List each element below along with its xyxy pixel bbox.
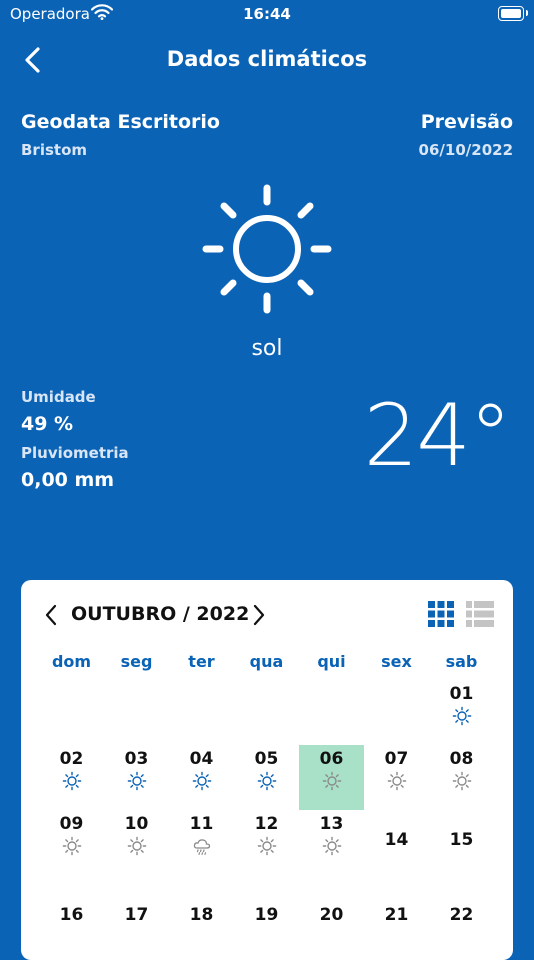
weekday-label: seg [120, 652, 153, 671]
sun-icon [127, 771, 146, 791]
day-number: 13 [319, 814, 344, 834]
weekday-label: dom [51, 652, 92, 671]
next-month-button[interactable] [249, 602, 269, 628]
grid-view-icon[interactable] [427, 600, 455, 628]
sun-icon [322, 771, 341, 791]
weekday-header: dom seg ter qua qui sex sab [39, 652, 505, 671]
day-number: 10 [124, 814, 149, 834]
calendar-empty-cell [169, 680, 234, 745]
day-number: 14 [384, 830, 409, 850]
calendar-week-row: 16 17 18 19 20 21 22 [39, 885, 505, 950]
weather-condition: sol [251, 336, 283, 361]
calendar-day[interactable]: 11 [169, 810, 234, 875]
calendar-day[interactable]: 19 [234, 885, 299, 950]
calendar-day[interactable]: 16 [39, 885, 104, 950]
day-number: 07 [384, 749, 409, 769]
day-number: 08 [449, 749, 474, 769]
previous-month-button[interactable] [41, 602, 61, 628]
calendar-empty-cell [104, 680, 169, 745]
sun-icon [192, 771, 211, 791]
calendar-day[interactable]: 13 [299, 810, 364, 875]
day-number: 05 [254, 749, 279, 769]
calendar-day[interactable]: 04 [169, 745, 234, 810]
sun-icon [452, 771, 471, 791]
day-number: 03 [124, 749, 149, 769]
calendar-day[interactable]: 09 [39, 810, 104, 875]
weekday-label: sab [445, 652, 478, 671]
calendar-header: OUTUBRO / 2022 [21, 600, 513, 630]
sun-icon [452, 706, 471, 726]
day-number: 15 [449, 830, 474, 850]
calendar-day[interactable]: 20 [299, 885, 364, 950]
day-number: 18 [189, 905, 214, 925]
day-number: 20 [319, 905, 344, 925]
rainfall-label: Pluviometria [21, 444, 129, 462]
weekday-label: qui [317, 652, 346, 671]
weekday-label: sex [381, 652, 412, 671]
temperature: 24° [363, 386, 512, 486]
day-number: 02 [59, 749, 84, 769]
sun-icon [387, 771, 406, 791]
calendar-empty-cell [299, 680, 364, 745]
calendar-day[interactable]: 01 [429, 680, 494, 745]
calendar-week-row: 01 [39, 680, 505, 745]
day-number: 12 [254, 814, 279, 834]
calendar-day[interactable]: 17 [104, 885, 169, 950]
calendar-week-row: 02 03 04 05 06 07 08 [39, 745, 505, 810]
calendar-day[interactable]: 08 [429, 745, 494, 810]
humidity-value: 49 % [21, 413, 74, 435]
calendar-day[interactable]: 18 [169, 885, 234, 950]
calendar-day[interactable]: 10 [104, 810, 169, 875]
calendar-day[interactable]: 14 [364, 810, 429, 875]
calendar-empty-cell [234, 680, 299, 745]
nav-bar: Dados climáticos [0, 38, 534, 82]
location-city: Bristom [21, 141, 88, 159]
calendar-day[interactable]: 15 [429, 810, 494, 875]
calendar-day-selected[interactable]: 06 [299, 745, 364, 810]
calendar-day[interactable]: 03 [104, 745, 169, 810]
calendar-week-row: 09 10 11 12 13 14 15 [39, 810, 505, 875]
calendar-day[interactable]: 02 [39, 745, 104, 810]
sun-icon [322, 836, 341, 856]
calendar-grid: 01 02 03 04 05 06 07 08 09 10 11 12 13 14 15 16 17 18 19 20… [39, 680, 505, 950]
page-title: Dados climáticos [166, 47, 368, 71]
sun-icon [62, 771, 81, 791]
list-view-icon[interactable] [465, 600, 495, 628]
status-time: 16:44 [243, 5, 291, 23]
sun-icon [257, 771, 276, 791]
sun-icon [202, 184, 332, 314]
status-bar: Operadora 16:44 [0, 0, 534, 30]
day-number: 19 [254, 905, 279, 925]
sun-icon [257, 836, 276, 856]
rainfall-value: 0,00 mm [21, 469, 115, 491]
day-number: 17 [124, 905, 149, 925]
sun-icon [127, 836, 146, 856]
day-number: 06 [319, 749, 344, 769]
humidity-label: Umidade [21, 388, 96, 406]
forecast-label: Previsão [420, 111, 513, 133]
day-number: 09 [59, 814, 84, 834]
sun-icon [62, 836, 81, 856]
day-number: 22 [449, 905, 474, 925]
day-number: 21 [384, 905, 409, 925]
day-number: 01 [449, 684, 474, 704]
rain-cloud-icon [193, 839, 210, 855]
day-number: 11 [189, 814, 214, 834]
month-title: OUTUBRO / 2022 [71, 603, 250, 625]
weekday-label: ter [188, 652, 215, 671]
weekday-label: qua [249, 652, 284, 671]
forecast-date: 06/10/2022 [418, 141, 513, 159]
day-number: 04 [189, 749, 214, 769]
day-number: 16 [59, 905, 84, 925]
calendar-empty-cell [364, 680, 429, 745]
location-name: Geodata Escritorio [21, 111, 220, 133]
calendar-empty-cell [39, 680, 104, 745]
calendar-day[interactable]: 12 [234, 810, 299, 875]
calendar-day[interactable]: 07 [364, 745, 429, 810]
calendar-card: OUTUBRO / 2022 dom seg ter qua qui sex s… [21, 580, 513, 960]
calendar-day[interactable]: 21 [364, 885, 429, 950]
calendar-day[interactable]: 22 [429, 885, 494, 950]
battery-icon [498, 6, 528, 21]
calendar-day[interactable]: 05 [234, 745, 299, 810]
